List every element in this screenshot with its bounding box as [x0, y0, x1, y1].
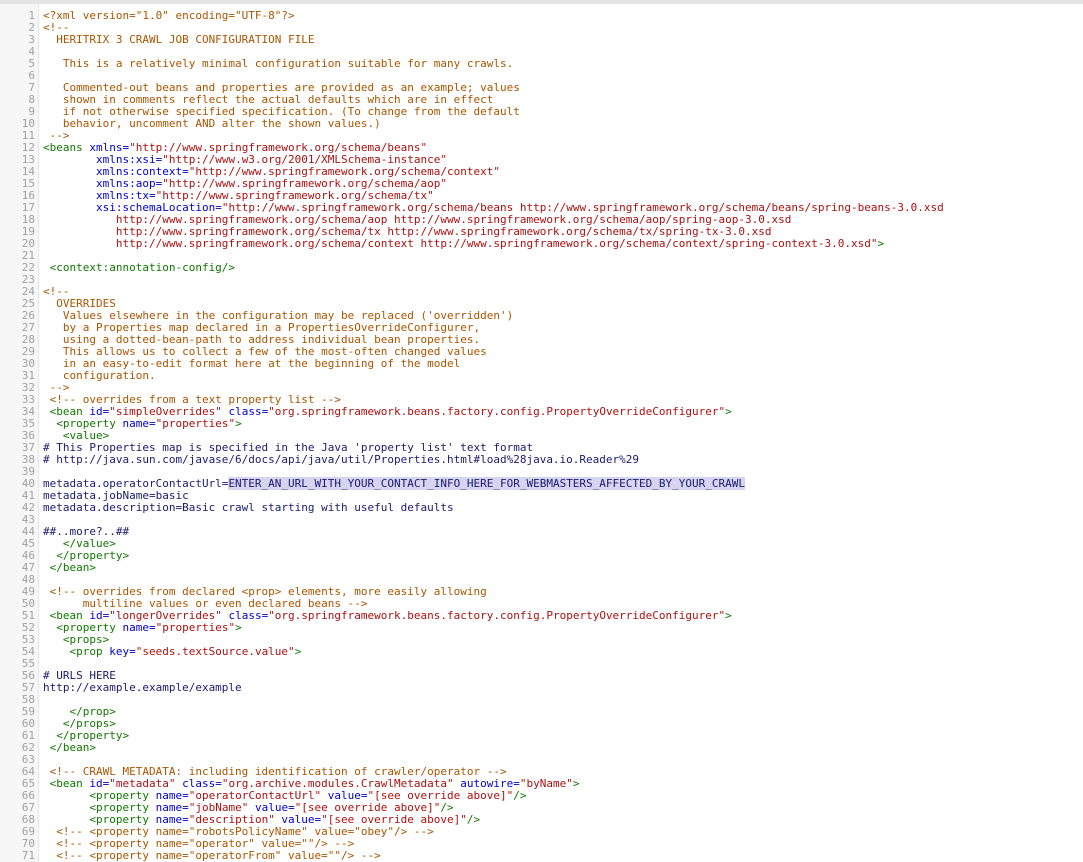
code-token: behavior, uncomment AND alter the shown …	[43, 117, 401, 130]
line-code: http://example.example/example	[43, 682, 242, 694]
code-line[interactable]: 10 behavior, uncomment AND alter the sho…	[0, 118, 1083, 130]
code-token: name=	[122, 621, 156, 634]
code-editor[interactable]: 1 <?xml version="1.0" encoding="UTF-8"?> 2…	[0, 0, 1083, 862]
code-line[interactable]: 45 </value>	[0, 538, 1083, 550]
code-token: >	[877, 237, 885, 250]
line-code: <prop key="seeds.textSource.value">	[43, 646, 301, 658]
code-token: <!-- <property name="operatorFrom" value…	[43, 849, 381, 862]
code-line[interactable]: 54 <prop key="seeds.textSource.value">	[0, 646, 1083, 658]
code-token: http://www.springframework.org/schema/co…	[43, 237, 878, 250]
line-code: metadata.description=Basic crawl startin…	[43, 502, 454, 514]
code-token: http://example.example/example	[43, 681, 242, 694]
code-line[interactable]: 44 ##..more?..##	[0, 526, 1083, 538]
code-token: "org.springframework.beans.factory.confi…	[268, 609, 726, 622]
line-code: <!-- <property name="operatorFrom" value…	[43, 850, 381, 862]
code-line[interactable]: 24 <!--	[0, 286, 1083, 298]
code-line[interactable]: 42 metadata.description=Basic crawl start…	[0, 502, 1083, 514]
code-token: "org.springframework.beans.factory.confi…	[268, 405, 726, 418]
code-line[interactable]: 38 # http://java.sun.com/javase/6/docs/ap…	[0, 454, 1083, 466]
code-area[interactable]: 1 <?xml version="1.0" encoding="UTF-8"?> 2…	[0, 10, 1083, 862]
code-line[interactable]: 3 HERITRIX 3 CRAWL JOB CONFIGURATION FIL…	[0, 34, 1083, 46]
code-token: >	[572, 777, 580, 790]
code-token: />	[466, 813, 481, 826]
code-line[interactable]: 58	[0, 694, 1083, 706]
line-code: </bean>	[43, 562, 96, 574]
line-code: http://www.springframework.org/schema/co…	[43, 238, 884, 250]
code-token: >	[294, 645, 302, 658]
code-token: "properties"	[155, 621, 236, 634]
line-code: </bean>	[43, 742, 96, 754]
code-line[interactable]: 23	[0, 274, 1083, 286]
code-line[interactable]: 22 <context:annotation-config/>	[0, 262, 1083, 274]
code-line[interactable]: 55	[0, 658, 1083, 670]
code-token: "byName"	[519, 777, 573, 790]
selected-text: ENTER_AN_URL_WITH_YOUR_CONTACT_INFO_HERE…	[228, 477, 745, 490]
line-code: <context:annotation-config/>	[43, 262, 235, 274]
code-token: <prop	[43, 645, 110, 658]
code-token: <context:annotation-config/>	[43, 261, 236, 274]
code-line[interactable]: 35 <property name="properties">	[0, 418, 1083, 430]
code-line[interactable]: 20 http://www.springframework.org/schema…	[0, 238, 1083, 250]
code-token: >	[235, 417, 242, 430]
code-line[interactable]: 62 </bean>	[0, 742, 1083, 754]
code-token: HERITRIX 3 CRAWL JOB CONFIGURATION FILE	[43, 33, 315, 46]
code-token: >	[235, 621, 242, 634]
code-line[interactable]: 47 </bean>	[0, 562, 1083, 574]
code-token: This is a relatively minimal configurati…	[43, 57, 514, 70]
code-line[interactable]: 57 http://example.example/example	[0, 682, 1083, 694]
line-code: # http://java.sun.com/javase/6/docs/api/…	[43, 454, 639, 466]
editor-top-border	[0, 0, 1083, 4]
code-line[interactable]: 43	[0, 514, 1083, 526]
code-token: <?xml version="1.0" encoding="UTF-8"?>	[43, 10, 295, 22]
code-token: </bean>	[43, 561, 96, 574]
code-token: />	[513, 789, 527, 802]
code-line[interactable]: 61 </property>	[0, 730, 1083, 742]
code-line[interactable]: 71 <!-- <property name="operatorFrom" va…	[0, 850, 1083, 862]
code-line[interactable]: 31 configuration.	[0, 370, 1083, 382]
code-token: >	[725, 405, 732, 418]
code-token: key=	[109, 645, 136, 658]
code-line[interactable]: 46 </property>	[0, 550, 1083, 562]
code-line[interactable]: 5 This is a relatively minimal configura…	[0, 58, 1083, 70]
code-line[interactable]: 60 </props>	[0, 718, 1083, 730]
line-number: 71	[21, 849, 35, 862]
code-line[interactable]: 59 </prop>	[0, 706, 1083, 718]
code-token: </bean>	[43, 741, 96, 754]
code-token: metadata.description=Basic crawl startin…	[43, 501, 454, 514]
line-code: <?xml version="1.0" encoding="UTF-8"?>	[43, 10, 295, 22]
line-code: behavior, uncomment AND alter the shown …	[43, 118, 401, 130]
code-line[interactable]: 1 <?xml version="1.0" encoding="UTF-8"?>	[0, 10, 1083, 22]
line-code: HERITRIX 3 CRAWL JOB CONFIGURATION FILE	[43, 33, 315, 46]
code-token: # http://java.sun.com/javase/6/docs/api/…	[43, 453, 640, 466]
code-token: "seeds.textSource.value"	[135, 645, 295, 658]
code-token: "properties"	[155, 417, 236, 430]
code-token: >	[725, 609, 732, 622]
code-token: name=	[122, 417, 156, 430]
line-code: This is a relatively minimal configurati…	[43, 58, 513, 70]
code-line[interactable]: 52 <property name="properties">	[0, 622, 1083, 634]
